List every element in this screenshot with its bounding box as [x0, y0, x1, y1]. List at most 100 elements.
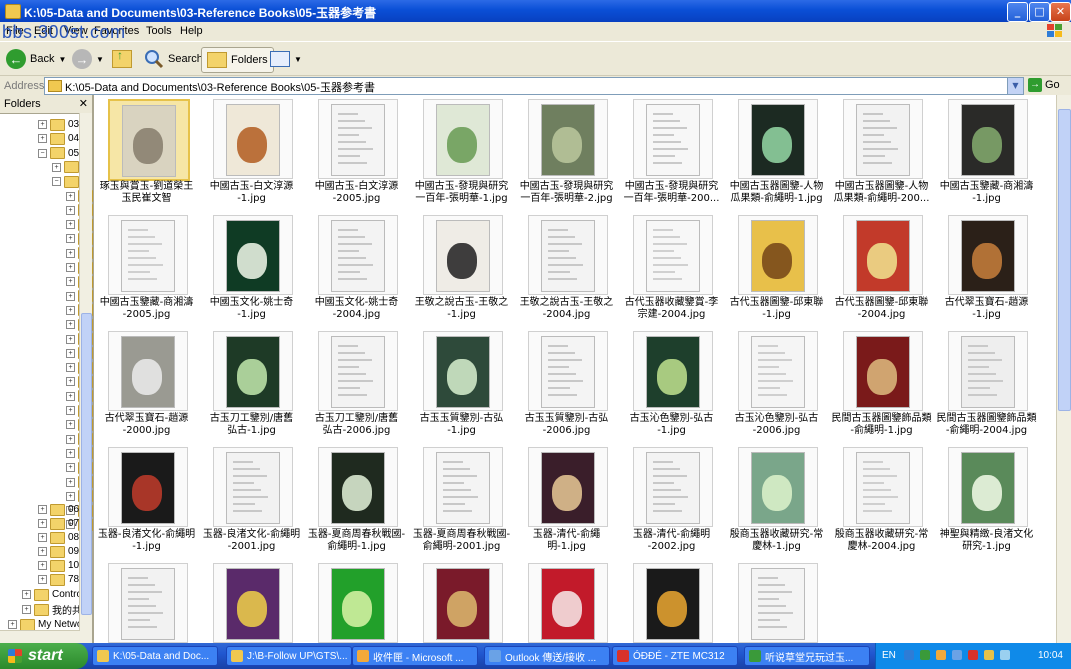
- expand-toggle-icon[interactable]: +: [66, 263, 75, 272]
- expand-toggle-icon[interactable]: +: [66, 491, 75, 501]
- thumbnail-image-frame[interactable]: [528, 563, 608, 643]
- taskbar-task-button[interactable]: K:\05-Data and Doc...: [92, 646, 218, 666]
- folder-tree-item[interactable]: +04: [38, 132, 79, 145]
- thumbnail-image-frame[interactable]: [423, 99, 503, 179]
- taskbar-task-button[interactable]: 听说草堂兄玩过玉...: [744, 646, 870, 666]
- thumbnail-image-frame[interactable]: [108, 563, 188, 643]
- folder-tree-item[interactable]: +07: [38, 517, 79, 530]
- thumbnail-image-frame[interactable]: [633, 99, 713, 179]
- tray-connection-icon[interactable]: [1000, 650, 1010, 660]
- expand-toggle-icon[interactable]: +: [66, 448, 75, 458]
- folder-tree-item[interactable]: +09: [38, 545, 79, 558]
- thumbnail-image-frame[interactable]: [633, 447, 713, 527]
- minimize-button[interactable]: _: [1007, 2, 1028, 22]
- back-button[interactable]: ← Back ▼: [6, 47, 66, 71]
- folders-horizontal-scrollbar[interactable]: [0, 630, 80, 643]
- folder-tree-item[interactable]: +06: [38, 503, 79, 516]
- expand-toggle-icon[interactable]: +: [22, 605, 31, 614]
- expand-toggle-icon[interactable]: +: [22, 590, 31, 599]
- thumbnail-image-frame[interactable]: [738, 215, 818, 295]
- thumbnail-image-frame[interactable]: [108, 99, 190, 181]
- expand-toggle-icon[interactable]: +: [52, 162, 61, 172]
- expand-toggle-icon[interactable]: +: [38, 134, 47, 144]
- taskbar-task-button[interactable]: 收件匣 - Microsoft ...: [352, 646, 478, 666]
- thumbnail-image-frame[interactable]: [948, 99, 1028, 179]
- thumbnail-image-frame[interactable]: [843, 215, 923, 295]
- folder-tree-item[interactable]: − 05: [38, 147, 79, 160]
- thumbnail-image-frame[interactable]: [843, 99, 923, 179]
- thumbnail-image-frame[interactable]: [318, 563, 398, 643]
- expand-toggle-icon[interactable]: +: [66, 305, 75, 315]
- folder-tree-item[interactable]: +08: [38, 531, 79, 544]
- expand-toggle-icon[interactable]: +: [38, 519, 47, 528]
- thumbnail-image-frame[interactable]: [423, 563, 503, 643]
- tray-network-icon[interactable]: [920, 650, 930, 660]
- expand-toggle-icon[interactable]: +: [66, 248, 75, 258]
- expand-toggle-icon[interactable]: +: [66, 234, 75, 244]
- close-pane-icon[interactable]: ✕: [79, 97, 88, 110]
- expand-toggle-icon[interactable]: +: [66, 477, 75, 487]
- thumbnail-image-frame[interactable]: [738, 447, 818, 527]
- menu-tools[interactable]: Tools: [146, 25, 172, 37]
- expand-toggle-icon[interactable]: +: [66, 220, 75, 230]
- thumbnail-image-frame[interactable]: [318, 99, 398, 179]
- thumbnail-image-frame[interactable]: [423, 331, 503, 411]
- start-button[interactable]: start: [0, 643, 88, 669]
- folder-tree-item[interactable]: + 我的共: [22, 603, 82, 617]
- folders-scrollbar[interactable]: [79, 113, 92, 643]
- expand-toggle-icon[interactable]: +: [38, 505, 47, 514]
- up-folder-button[interactable]: ↑: [112, 47, 132, 71]
- folder-tree-item[interactable]: −: [52, 175, 82, 188]
- scrollbar-thumb[interactable]: [81, 313, 92, 615]
- thumbnail-image-frame[interactable]: [738, 99, 818, 179]
- folders-button[interactable]: Folders: [201, 47, 274, 73]
- tray-help-icon[interactable]: [904, 650, 914, 660]
- language-indicator[interactable]: EN: [882, 650, 896, 661]
- thumbnail-image-frame[interactable]: [423, 447, 503, 527]
- expand-toggle-icon[interactable]: +: [66, 191, 75, 201]
- thumbnail-image-frame[interactable]: [528, 99, 608, 179]
- thumbnail-image-frame[interactable]: [633, 563, 713, 643]
- thumbnail-image-frame[interactable]: [108, 215, 188, 295]
- thumbnail-image-frame[interactable]: [318, 331, 398, 411]
- thumbnail-image-frame[interactable]: [213, 99, 293, 179]
- thumbnail-image-frame[interactable]: [318, 447, 398, 527]
- close-button[interactable]: ✕: [1050, 2, 1071, 22]
- thumbnail-image-frame[interactable]: [843, 331, 923, 411]
- thumbnail-image-frame[interactable]: [948, 331, 1028, 411]
- menu-help[interactable]: Help: [180, 25, 203, 37]
- expand-toggle-icon[interactable]: +: [38, 575, 47, 584]
- taskbar-task-button[interactable]: J:\B-Follow UP\GTS\...: [226, 646, 352, 666]
- tray-volume-icon[interactable]: [984, 650, 994, 660]
- expand-toggle-icon[interactable]: +: [66, 205, 75, 215]
- thumbnail-image-frame[interactable]: [528, 331, 608, 411]
- thumbnail-image-frame[interactable]: [528, 447, 608, 527]
- thumbnail-image-frame[interactable]: [948, 215, 1028, 295]
- thumbnail-image-frame[interactable]: [423, 215, 503, 295]
- folder-tree-item[interactable]: +78: [38, 573, 79, 586]
- expand-toggle-icon[interactable]: +: [66, 320, 75, 330]
- folder-tree-item[interactable]: +03: [38, 118, 79, 131]
- folder-tree-item[interactable]: + Contro: [22, 588, 82, 601]
- expand-toggle-icon[interactable]: +: [66, 348, 75, 358]
- folder-tree-item[interactable]: +: [52, 161, 82, 174]
- address-dropdown-button[interactable]: ▼: [1007, 78, 1023, 94]
- folder-tree-item[interactable]: +10: [38, 559, 79, 572]
- title-bar[interactable]: K:\05-Data and Documents\03-Reference Bo…: [0, 0, 1071, 22]
- thumbnail-image-frame[interactable]: [108, 331, 188, 411]
- expand-toggle-icon[interactable]: +: [38, 561, 47, 570]
- expand-toggle-icon[interactable]: +: [38, 120, 47, 129]
- expand-toggle-icon[interactable]: −: [52, 177, 61, 187]
- address-input[interactable]: K:\05-Data and Documents\03-Reference Bo…: [44, 77, 1024, 95]
- thumbnail-image-frame[interactable]: [528, 215, 608, 295]
- expand-toggle-icon[interactable]: +: [66, 334, 75, 344]
- expand-toggle-icon[interactable]: +: [66, 406, 75, 415]
- thumbnail-image-frame[interactable]: [843, 447, 923, 527]
- thumbnail-image-frame[interactable]: [213, 447, 293, 527]
- tray-security-icon[interactable]: [968, 650, 978, 660]
- thumbnail-image-frame[interactable]: [633, 215, 713, 295]
- thumbnail-image-frame[interactable]: [213, 563, 293, 643]
- expand-toggle-icon[interactable]: +: [66, 463, 75, 473]
- expand-toggle-icon[interactable]: +: [66, 291, 75, 301]
- search-button[interactable]: Search: [144, 47, 203, 71]
